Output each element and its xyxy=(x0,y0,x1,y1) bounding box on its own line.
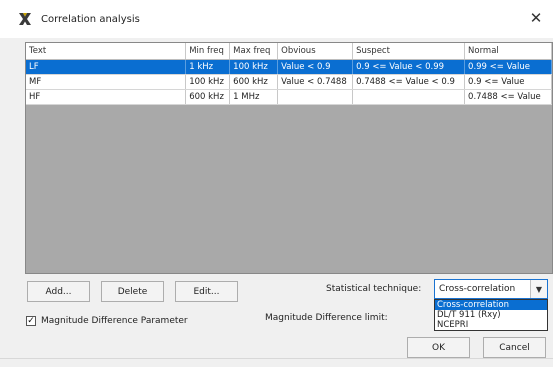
table-cell: 0.9 <= Value xyxy=(464,74,552,90)
column-header-min-freq[interactable]: Min freq xyxy=(185,43,231,60)
table-row[interactable]: HF 600 kHz 1 MHz 0.7488 <= Value xyxy=(26,89,552,105)
table-cell: 0.7488 <= Value xyxy=(464,89,552,105)
table-cell: 600 kHz xyxy=(185,89,231,105)
correlation-analysis-dialog: Correlation analysis ✕ Text Min freq Max… xyxy=(0,0,553,367)
table-cell: HF xyxy=(26,89,187,105)
title-bar: Correlation analysis ✕ xyxy=(0,0,553,38)
magnitude-difference-limit-label: Magnitude Difference limit: xyxy=(265,313,388,323)
add-button[interactable]: Add... xyxy=(27,281,90,302)
table-row[interactable]: LF 1 kHz 100 kHz Value < 0.9 0.9 <= Valu… xyxy=(26,59,552,75)
x-logo-icon xyxy=(19,13,31,25)
table-header-row: Text Min freq Max freq Obvious Suspect N… xyxy=(26,43,552,60)
statistical-technique-label: Statistical technique: xyxy=(326,284,422,294)
table-cell: 1 kHz xyxy=(185,59,231,75)
table-cell: LF xyxy=(26,59,187,75)
delete-button[interactable]: Delete xyxy=(101,281,164,302)
table-cell: 100 kHz xyxy=(229,59,279,75)
ok-button[interactable]: OK xyxy=(407,337,470,358)
magnitude-difference-parameter-label: Magnitude Difference Parameter xyxy=(41,316,188,326)
table-cell: 1 MHz xyxy=(229,89,279,105)
column-header-normal[interactable]: Normal xyxy=(464,43,552,60)
statistical-technique-dropdown[interactable]: Cross-correlation DL/T 911 (Rxy) NCEPRI xyxy=(434,299,548,331)
cancel-button[interactable]: Cancel xyxy=(483,337,546,358)
statistical-technique-select[interactable]: Cross-correlation ▼ xyxy=(434,279,548,299)
column-header-max-freq[interactable]: Max freq xyxy=(229,43,279,60)
dialog-bottom-edge xyxy=(0,358,553,359)
close-icon[interactable]: ✕ xyxy=(527,9,545,27)
table-cell: 100 kHz xyxy=(185,74,231,90)
table-cell xyxy=(352,89,466,105)
table-cell: MF xyxy=(26,74,187,90)
dropdown-option-cross-correlation[interactable]: Cross-correlation xyxy=(435,300,547,310)
column-header-text[interactable]: Text xyxy=(26,43,187,60)
column-header-obvious[interactable]: Obvious xyxy=(277,43,354,60)
column-header-suspect[interactable]: Suspect xyxy=(352,43,466,60)
table-cell: Value < 0.9 xyxy=(277,59,354,75)
table-cell xyxy=(277,89,354,105)
table-row[interactable]: MF 100 kHz 600 kHz Value < 0.7488 0.7488… xyxy=(26,74,552,90)
table-cell: 600 kHz xyxy=(229,74,279,90)
table-cell: 0.9 <= Value < 0.99 xyxy=(352,59,466,75)
select-value: Cross-correlation xyxy=(439,284,516,294)
dropdown-option-dlt-911[interactable]: DL/T 911 (Rxy) xyxy=(435,310,547,320)
checkmark-icon: ✓ xyxy=(27,316,35,326)
table-cell: 0.7488 <= Value < 0.9 xyxy=(352,74,466,90)
table-grid: Text Min freq Max freq Obvious Suspect N… xyxy=(26,43,552,105)
correlation-table[interactable]: Text Min freq Max freq Obvious Suspect N… xyxy=(25,42,553,274)
table-cell: 0.99 <= Value xyxy=(464,59,552,75)
window-title: Correlation analysis xyxy=(41,14,140,25)
table-cell: Value < 0.7488 xyxy=(277,74,354,90)
chevron-down-icon[interactable]: ▼ xyxy=(530,280,547,298)
edit-button[interactable]: Edit... xyxy=(175,281,238,302)
dropdown-option-ncepri[interactable]: NCEPRI xyxy=(435,320,547,330)
magnitude-difference-checkbox[interactable]: ✓ xyxy=(26,316,36,326)
